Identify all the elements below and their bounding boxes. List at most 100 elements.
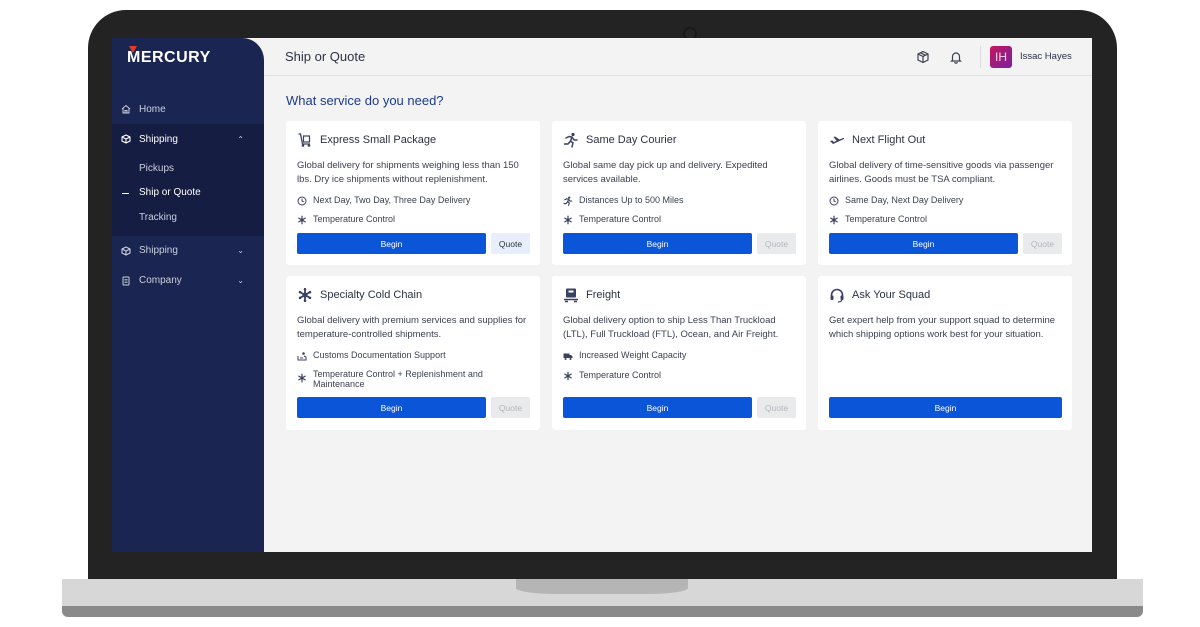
headset-icon bbox=[829, 287, 845, 303]
card-description: Global delivery of time-sensitive goods … bbox=[829, 160, 1054, 185]
snowflake-icon bbox=[297, 215, 307, 225]
airplane-icon bbox=[829, 132, 845, 148]
snowflake-icon bbox=[829, 215, 839, 225]
avatar[interactable]: IH bbox=[990, 46, 1012, 68]
service-card-specialty-cold-chain: Specialty Cold Chain Global delivery wit… bbox=[286, 276, 540, 430]
card-feature: Temperature Control bbox=[563, 370, 662, 381]
top-header: Ship or Quote IH Issac Hayes bbox=[264, 38, 1092, 76]
card-title: Specialty Cold Chain bbox=[320, 289, 423, 301]
begin-button[interactable]: Begin bbox=[297, 397, 486, 418]
package-icon[interactable] bbox=[915, 49, 931, 65]
card-title: Same Day Courier bbox=[586, 134, 677, 146]
customs-icon bbox=[297, 351, 307, 361]
sidebar: MERCURY Home Shipping ⌃ Pickups Ship or … bbox=[112, 38, 264, 552]
clock-icon bbox=[829, 196, 839, 206]
begin-button[interactable]: Begin bbox=[563, 397, 752, 418]
card-description: Global delivery option to ship Less Than… bbox=[563, 315, 779, 340]
card-title: Freight bbox=[586, 289, 621, 301]
logo-accent-icon bbox=[129, 46, 137, 53]
snowflake-icon bbox=[297, 287, 313, 303]
card-feature: Temperature Control bbox=[829, 214, 928, 225]
chevron-down-icon[interactable]: ⌄ bbox=[237, 246, 244, 255]
logo[interactable]: MERCURY bbox=[127, 46, 211, 68]
page-title: Ship or Quote bbox=[285, 49, 366, 64]
sidebar-item-shipping-expanded[interactable]: Shipping ⌃ bbox=[112, 124, 264, 154]
card-feature-text: Next Day, Two Day, Three Day Delivery bbox=[313, 195, 471, 205]
card-feature: Customs Documentation Support bbox=[297, 350, 446, 361]
snowflake-icon bbox=[563, 215, 573, 225]
card-feature-text: Temperature Control bbox=[313, 214, 396, 224]
package-icon bbox=[121, 134, 131, 144]
service-card-ask-your-squad: Ask Your Squad Get expert help from your… bbox=[818, 276, 1072, 430]
chevron-down-icon[interactable]: ⌄ bbox=[237, 276, 244, 285]
card-feature: Temperature Control + Replenishment and … bbox=[297, 369, 497, 389]
service-card-next-flight-out: Next Flight Out Global delivery of time-… bbox=[818, 121, 1072, 265]
card-feature: Distances Up to 500 Miles bbox=[563, 195, 684, 206]
sidebar-item-label: Shipping bbox=[139, 133, 178, 145]
card-description: Global same day pick up and delivery. Ex… bbox=[563, 160, 768, 185]
card-description: Global delivery with premium services an… bbox=[297, 315, 527, 340]
service-card-same-day-courier: Same Day Courier Global same day pick up… bbox=[552, 121, 806, 265]
card-description: Global delivery for shipments weighing l… bbox=[297, 160, 519, 185]
card-title: Next Flight Out bbox=[852, 134, 926, 146]
sidebar-nav: Home Shipping ⌃ Pickups Ship or Quote Tr… bbox=[112, 94, 264, 296]
begin-button[interactable]: Begin bbox=[829, 397, 1062, 418]
service-card-freight: Freight Global delivery option to ship L… bbox=[552, 276, 806, 430]
running-person-icon bbox=[563, 196, 573, 206]
active-indicator bbox=[122, 192, 129, 194]
card-feature: Increased Weight Capacity bbox=[563, 350, 687, 361]
pallet-icon bbox=[563, 287, 579, 303]
quote-button[interactable]: Quote bbox=[757, 397, 796, 418]
app-screen: MERCURY Home Shipping ⌃ Pickups Ship or … bbox=[112, 38, 1092, 552]
home-icon bbox=[121, 104, 131, 114]
sidebar-subitem-ship-or-quote[interactable]: Ship or Quote bbox=[112, 181, 264, 206]
quote-button[interactable]: Quote bbox=[757, 233, 796, 254]
quote-button[interactable]: Quote bbox=[491, 233, 530, 254]
begin-button[interactable]: Begin bbox=[563, 233, 752, 254]
sidebar-subitem-label: Tracking bbox=[139, 211, 177, 223]
card-feature-text: Temperature Control bbox=[845, 214, 928, 224]
sidebar-item-shipping[interactable]: Shipping ⌄ bbox=[112, 236, 264, 266]
snowflake-icon bbox=[563, 371, 573, 381]
sidebar-item-company[interactable]: Company ⌄ bbox=[112, 266, 264, 296]
user-name[interactable]: Issac Hayes bbox=[1020, 51, 1072, 62]
card-feature: Temperature Control bbox=[563, 214, 662, 225]
sidebar-item-label: Shipping bbox=[139, 245, 178, 256]
bell-icon[interactable] bbox=[948, 49, 964, 65]
package-icon bbox=[121, 245, 131, 256]
truck-icon bbox=[563, 351, 573, 361]
card-feature-text: Temperature Control bbox=[579, 370, 662, 380]
sidebar-subitem-label: Ship or Quote bbox=[139, 187, 201, 199]
card-feature-text: Same Day, Next Day Delivery bbox=[845, 195, 964, 205]
laptop-notch bbox=[516, 579, 688, 594]
sidebar-subitem-label: Pickups bbox=[139, 162, 175, 174]
document-icon bbox=[121, 276, 131, 286]
laptop-foot bbox=[62, 606, 1143, 617]
shipping-submenu: Pickups Ship or Quote Tracking bbox=[112, 154, 264, 236]
card-feature-text: Temperature Control + Replenishment and … bbox=[313, 369, 483, 389]
begin-button[interactable]: Begin bbox=[297, 233, 486, 254]
sidebar-subitem-pickups[interactable]: Pickups bbox=[112, 156, 264, 181]
running-person-icon bbox=[563, 132, 579, 148]
card-feature: Temperature Control bbox=[297, 214, 396, 225]
card-title: Ask Your Squad bbox=[852, 289, 931, 301]
section-title: What service do you need? bbox=[286, 93, 444, 108]
sidebar-item-home[interactable]: Home bbox=[112, 94, 264, 124]
card-feature: Next Day, Two Day, Three Day Delivery bbox=[297, 195, 471, 206]
service-card-express-small-package: Express Small Package Global delivery fo… bbox=[286, 121, 540, 265]
card-feature-text: Temperature Control bbox=[579, 214, 662, 224]
card-title: Express Small Package bbox=[320, 134, 437, 146]
chevron-up-icon[interactable]: ⌃ bbox=[237, 135, 244, 144]
begin-button[interactable]: Begin bbox=[829, 233, 1018, 254]
clock-icon bbox=[297, 196, 307, 206]
sidebar-item-label: Home bbox=[139, 103, 166, 115]
sidebar-subitem-tracking[interactable]: Tracking bbox=[112, 205, 264, 230]
card-feature-text: Distances Up to 500 Miles bbox=[579, 195, 684, 205]
card-feature: Same Day, Next Day Delivery bbox=[829, 195, 964, 206]
logo-text: MERCURY bbox=[127, 49, 211, 66]
quote-button[interactable]: Quote bbox=[1023, 233, 1062, 254]
card-feature-text: Increased Weight Capacity bbox=[579, 350, 687, 360]
snowflake-icon bbox=[297, 373, 307, 383]
header-divider bbox=[980, 46, 981, 68]
quote-button[interactable]: Quote bbox=[491, 397, 530, 418]
